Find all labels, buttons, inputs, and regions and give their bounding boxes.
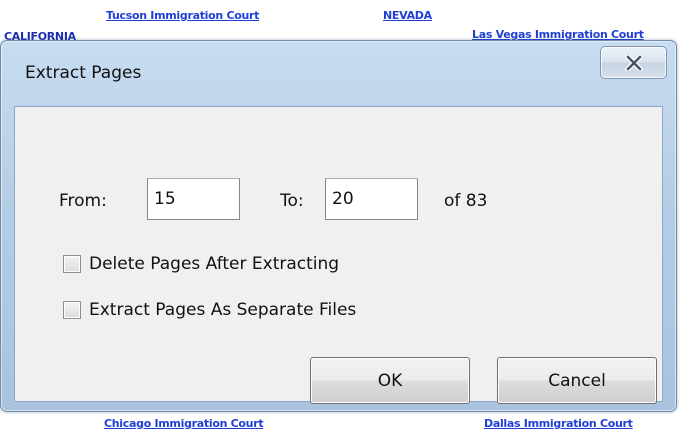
separate-files-label: Extract Pages As Separate Files <box>89 300 357 320</box>
close-button[interactable] <box>600 46 667 79</box>
delete-pages-option[interactable]: Delete Pages After Extracting <box>63 254 339 274</box>
cancel-button[interactable]: Cancel <box>497 357 657 404</box>
separate-files-option[interactable]: Extract Pages As Separate Files <box>63 300 356 320</box>
ok-button[interactable]: OK <box>310 357 470 404</box>
to-page-input[interactable] <box>325 178 418 220</box>
extract-pages-dialog: Extract Pages From: To: of 83 Delete Pag… <box>0 40 677 412</box>
dialog-titlebar[interactable]: Extract Pages <box>1 41 676 101</box>
delete-pages-label: Delete Pages After Extracting <box>89 254 340 274</box>
to-label: To: <box>280 191 304 211</box>
page-count-label: of 83 <box>444 191 488 211</box>
dialog-content: From: To: of 83 Delete Pages After Extra… <box>14 106 663 404</box>
from-page-input[interactable] <box>147 178 240 220</box>
dialog-title: Extract Pages <box>25 63 142 83</box>
from-label: From: <box>59 191 107 211</box>
separate-files-checkbox[interactable] <box>63 301 81 319</box>
nevada-heading[interactable]: NEVADA <box>383 9 432 22</box>
chicago-court-link[interactable]: Chicago Immigration Court <box>104 417 264 430</box>
close-x-icon <box>624 54 643 71</box>
tucson-court-link[interactable]: Tucson Immigration Court <box>106 9 259 22</box>
dallas-court-link[interactable]: Dallas Immigration Court <box>484 417 633 430</box>
delete-pages-checkbox[interactable] <box>63 255 81 273</box>
